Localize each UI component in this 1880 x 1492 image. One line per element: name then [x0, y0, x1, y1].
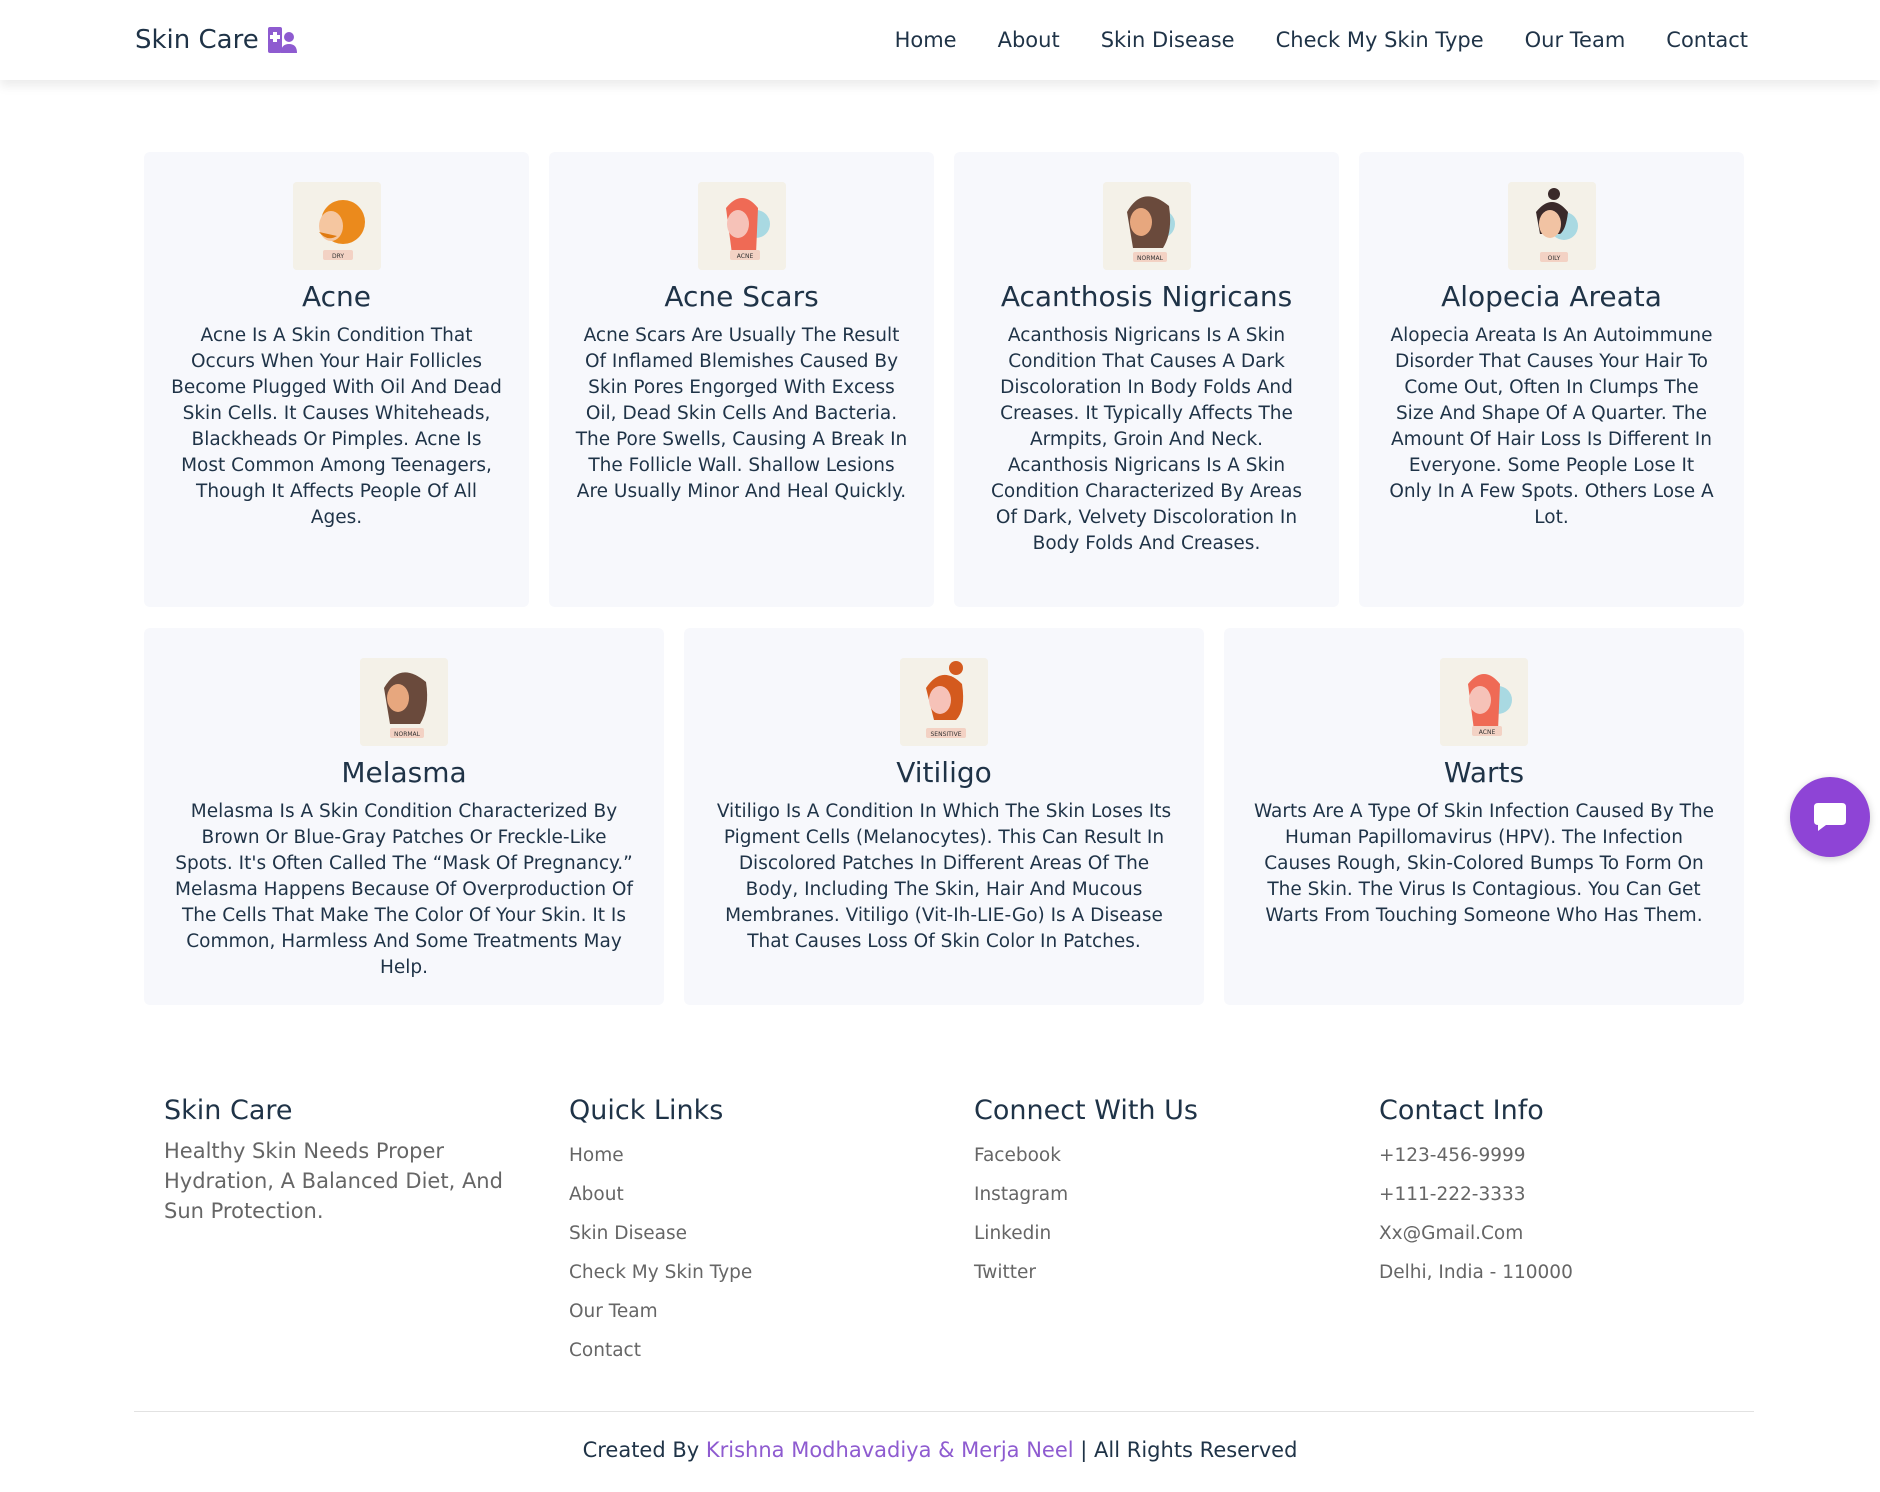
- disease-card: OILY Alopecia Areata Alopecia Areata Is …: [1359, 152, 1744, 607]
- disease-card: ACNE Warts Warts Are A Type Of Skin Infe…: [1224, 628, 1744, 1005]
- footer-link-contact[interactable]: Contact: [569, 1331, 974, 1370]
- card-text: Alopecia Areata Is An Autoimmune Disorde…: [1389, 325, 1714, 528]
- svg-text:DRY: DRY: [331, 253, 343, 260]
- footer-link-home[interactable]: Home: [569, 1136, 974, 1175]
- footer-link-twitter[interactable]: Twitter: [974, 1253, 1379, 1292]
- nav-home[interactable]: Home: [895, 28, 957, 52]
- card-text: Melasma Is A Skin Condition Characterize…: [174, 801, 633, 978]
- contact-phone-1[interactable]: +123-456-9999: [1379, 1136, 1784, 1175]
- card-title: Warts: [1443, 756, 1525, 789]
- footer-quick-links: Quick Links Home About Skin Disease Chec…: [569, 1095, 974, 1370]
- quick-links-title: Quick Links: [569, 1095, 724, 1126]
- chat-bubble-icon: [1814, 803, 1846, 831]
- svg-text:SENSITIVE: SENSITIVE: [931, 731, 962, 738]
- avatar-illustration: ACNE: [697, 182, 786, 270]
- avatar-illustration: OILY: [1507, 182, 1596, 270]
- card-title: Melasma: [341, 756, 467, 789]
- svg-text:NORMAL: NORMAL: [1136, 255, 1163, 262]
- svg-text:NORMAL: NORMAL: [394, 731, 421, 738]
- card-text: Warts Are A Type Of Skin Infection Cause…: [1253, 801, 1715, 926]
- connect-title: Connect With Us: [974, 1095, 1198, 1126]
- avatar-illustration: NORMAL: [1102, 182, 1191, 270]
- footer-link-our-team[interactable]: Our Team: [569, 1292, 974, 1331]
- footer-divider: [134, 1411, 1754, 1412]
- card-text: Acne Is A Skin Condition That Occurs Whe…: [171, 325, 502, 528]
- nav-skin-disease[interactable]: Skin Disease: [1101, 28, 1235, 52]
- card-title: Vitiligo: [896, 756, 992, 789]
- disease-cards-row-1: DRY Acne Acne Is A Skin Condition That O…: [144, 152, 1744, 607]
- contact-address[interactable]: Delhi, India - 110000: [1379, 1253, 1784, 1292]
- svg-text:ACNE: ACNE: [736, 253, 753, 260]
- footer-link-linkedin[interactable]: Linkedin: [974, 1214, 1379, 1253]
- disease-card: NORMAL Acanthosis Nigricans Acanthosis N…: [954, 152, 1339, 607]
- svg-text:OILY: OILY: [1547, 255, 1560, 262]
- disease-cards-row-2: NORMAL Melasma Melasma Is A Skin Conditi…: [144, 628, 1744, 1005]
- footer-contact: Contact Info +123-456-9999 +111-222-3333…: [1379, 1095, 1784, 1370]
- brand-logo[interactable]: Skin Care: [135, 25, 297, 55]
- disease-card: DRY Acne Acne Is A Skin Condition That O…: [144, 152, 529, 607]
- contact-phone-2[interactable]: +111-222-3333: [1379, 1175, 1784, 1214]
- main-nav: Home About Skin Disease Check My Skin Ty…: [854, 28, 1748, 52]
- card-title: Alopecia Areata: [1441, 280, 1662, 313]
- footer-link-check-skin-type[interactable]: Check My Skin Type: [569, 1253, 974, 1292]
- credits-suffix: | All Rights Reserved: [1073, 1438, 1298, 1462]
- card-title: Acne: [301, 280, 372, 313]
- credits-names[interactable]: Krishna Modhavadiya & Merja Neel: [706, 1438, 1074, 1462]
- footer-link-instagram[interactable]: Instagram: [974, 1175, 1379, 1214]
- doctor-user-icon: [267, 27, 297, 53]
- disease-card: ACNE Acne Scars Acne Scars Are Usually T…: [549, 152, 934, 607]
- card-title: Acne Scars: [664, 280, 819, 313]
- nav-about[interactable]: About: [998, 28, 1060, 52]
- disease-card: SENSITIVE Vitiligo Vitiligo Is A Conditi…: [684, 628, 1204, 1005]
- contact-title: Contact Info: [1379, 1095, 1544, 1126]
- footer-link-skin-disease[interactable]: Skin Disease: [569, 1214, 974, 1253]
- disease-card: NORMAL Melasma Melasma Is A Skin Conditi…: [144, 628, 664, 1005]
- avatar-illustration: NORMAL: [360, 658, 448, 746]
- footer-link-about[interactable]: About: [569, 1175, 974, 1214]
- footer-link-facebook[interactable]: Facebook: [974, 1136, 1379, 1175]
- avatar-illustration: SENSITIVE: [900, 658, 988, 746]
- card-text: Acne Scars Are Usually The Result Of Inf…: [575, 325, 908, 502]
- nav-our-team[interactable]: Our Team: [1525, 28, 1626, 52]
- nav-contact[interactable]: Contact: [1666, 28, 1748, 52]
- card-title: Acanthosis Nigricans: [1000, 280, 1293, 313]
- chat-button[interactable]: [1790, 777, 1870, 857]
- card-text: Vitiligo Is A Condition In Which The Ski…: [716, 801, 1172, 952]
- footer-tagline: Healthy Skin Needs Proper Hydration, A B…: [164, 1139, 503, 1223]
- footer-brand-title: Skin Care: [164, 1095, 293, 1126]
- credits-prefix: Created By: [582, 1438, 706, 1462]
- footer-connect: Connect With Us Facebook Instagram Linke…: [974, 1095, 1379, 1370]
- svg-text:ACNE: ACNE: [1479, 729, 1496, 736]
- footer-brand: Skin Care Healthy Skin Needs Proper Hydr…: [164, 1095, 569, 1370]
- site-header: Skin Care Home About Skin Disease Check …: [0, 0, 1880, 80]
- avatar-illustration: ACNE: [1440, 658, 1528, 746]
- card-text: Acanthosis Nigricans Is A Skin Condition…: [990, 325, 1303, 554]
- credits: Created By Krishna Modhavadiya & Merja N…: [0, 1438, 1880, 1462]
- site-footer: Skin Care Healthy Skin Needs Proper Hydr…: [164, 1095, 1784, 1370]
- nav-check-skin-type[interactable]: Check My Skin Type: [1276, 28, 1484, 52]
- brand-name: Skin Care: [135, 25, 259, 55]
- contact-email[interactable]: Xx@Gmail.Com: [1379, 1214, 1784, 1253]
- avatar-illustration: DRY: [292, 182, 381, 270]
